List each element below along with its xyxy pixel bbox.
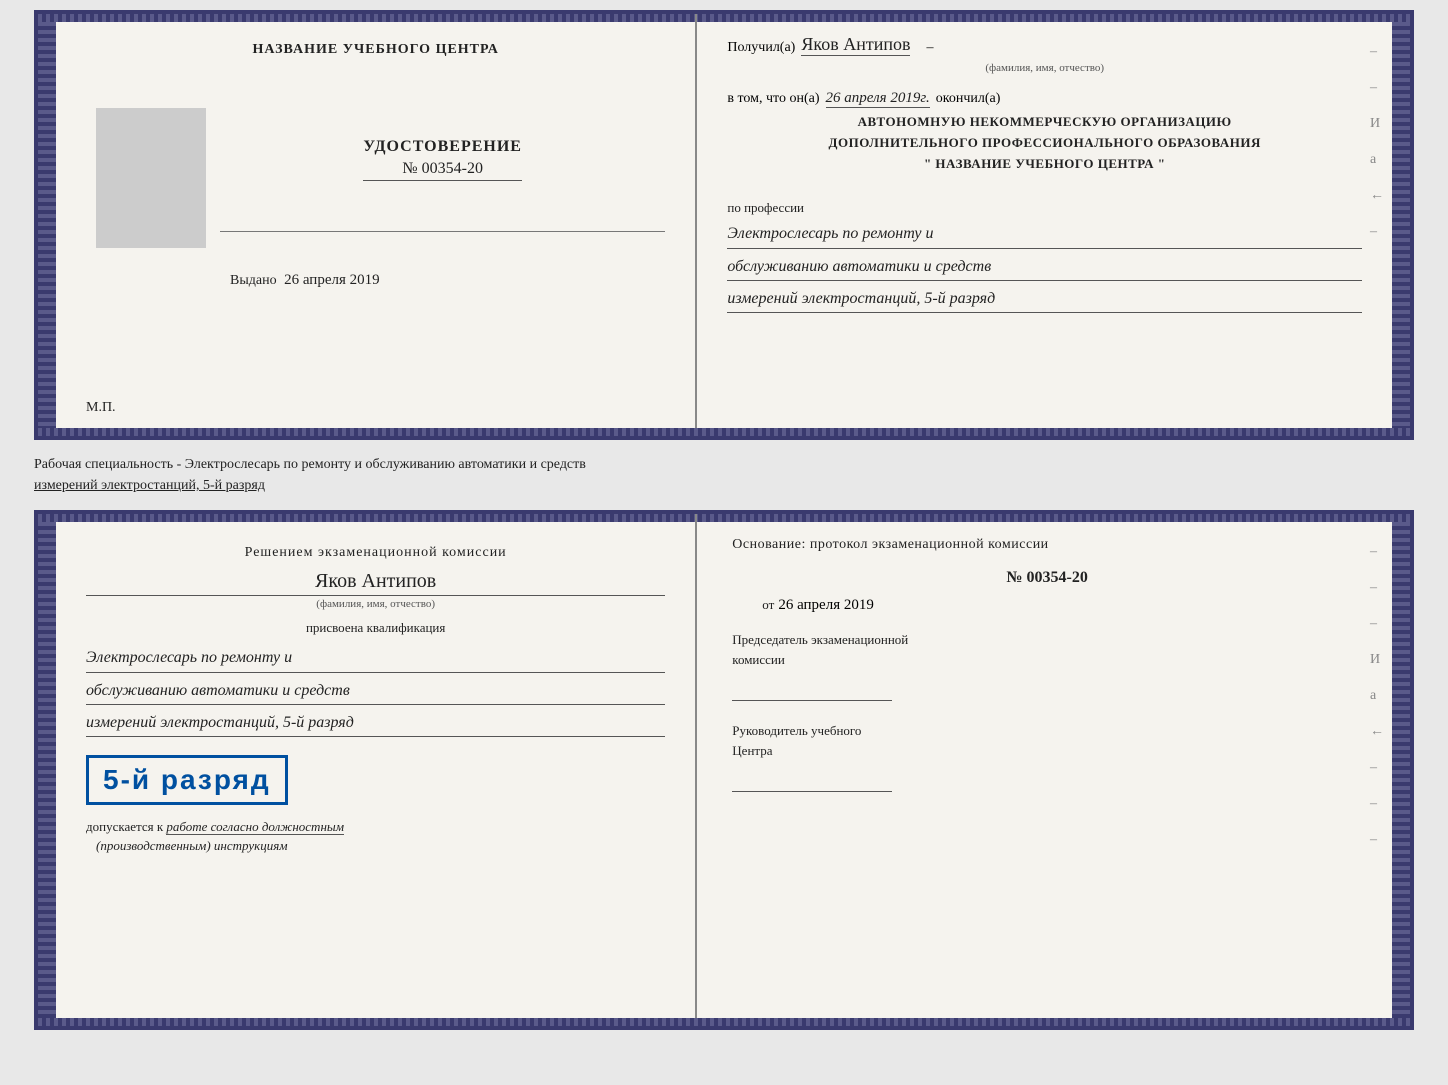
separator-line2: измерений электростанций, 5-й разряд xyxy=(34,475,1414,496)
decision-line: Решением экзаменационной комиссии xyxy=(86,542,665,564)
profession-line1: Электрослесарь по ремонту и xyxy=(727,220,1362,248)
separator-line1: Рабочая специальность - Электрослесарь п… xyxy=(34,454,1414,475)
name-handwritten: Яков Антипов xyxy=(86,570,665,593)
b-mark-dash-2: – xyxy=(1370,580,1384,596)
org-line2: ДОПОЛНИТЕЛЬНОГО ПРОФЕССИОНАЛЬНОГО ОБРАЗО… xyxy=(727,133,1362,154)
b-mark-arrow: ← xyxy=(1370,724,1384,740)
issued-date: 26 апреля 2019 xyxy=(284,272,380,288)
school-name-top: НАЗВАНИЕ УЧЕБНОГО ЦЕНТРА xyxy=(252,42,498,58)
fact-date: 26 апреля 2019г. xyxy=(826,90,930,108)
allow-text: работе согласно должностным xyxy=(166,819,344,835)
mark-dash-2: – xyxy=(1370,80,1384,96)
received-label: Получил(а) xyxy=(727,40,795,56)
right-spine-bottom xyxy=(1392,514,1410,1026)
document-container: НАЗВАНИЕ УЧЕБНОГО ЦЕНТРА УДОСТОВЕРЕНИЕ №… xyxy=(34,10,1414,1030)
left-spine-top xyxy=(38,14,56,436)
head-title-line2: Центра xyxy=(732,743,772,758)
left-spine-bottom xyxy=(38,514,56,1026)
mark-dash-3: – xyxy=(1370,224,1384,240)
mark-и: И xyxy=(1370,116,1384,132)
head-title: Руководитель учебного Центра xyxy=(732,721,1362,760)
mp-label: М.П. xyxy=(86,400,116,416)
bottom-left-panel: Решением экзаменационной комиссии Яков А… xyxy=(56,514,697,1026)
top-document: НАЗВАНИЕ УЧЕБНОГО ЦЕНТРА УДОСТОВЕРЕНИЕ №… xyxy=(34,10,1414,440)
profession-label: по профессии xyxy=(727,200,1362,216)
chairman-title-line2: комиссии xyxy=(732,652,785,667)
b-mark-dash-3: – xyxy=(1370,616,1384,632)
cert-title-label: УДОСТОВЕРЕНИЕ xyxy=(363,138,522,156)
recipient-sublabel: (фамилия, имя, отчество) xyxy=(727,62,1362,74)
qual-line2: обслуживанию автоматики и средств xyxy=(86,677,665,705)
mark-dash-1: – xyxy=(1370,44,1384,60)
top-left-panel: НАЗВАНИЕ УЧЕБНОГО ЦЕНТРА УДОСТОВЕРЕНИЕ №… xyxy=(56,14,697,436)
allow-label: допускается к xyxy=(86,819,163,834)
from-label: от xyxy=(762,597,774,613)
profession-line2: обслуживанию автоматики и средств xyxy=(727,253,1362,281)
photo-placeholder xyxy=(96,108,206,248)
protocol-number: № 00354-20 xyxy=(732,569,1362,587)
org-block: АВТОНОМНУЮ НЕКОММЕРЧЕСКУЮ ОРГАНИЗАЦИЮ ДО… xyxy=(727,112,1362,174)
qual-line3: измерений электростанций, 5-й разряд xyxy=(86,709,665,737)
fact-label: в том, что он(а) xyxy=(727,91,819,107)
grade-badge: 5-й разряд xyxy=(86,755,288,805)
chairman-title-line1: Председатель экзаменационной xyxy=(732,632,908,647)
dash-mark-1: – xyxy=(926,40,933,56)
recipient-name: Яков Антипов xyxy=(801,34,910,56)
profession-line3: измерений электростанций, 5-й разряд xyxy=(727,285,1362,313)
allow-line: допускается к работе согласно должностны… xyxy=(86,817,665,856)
basis-label: Основание: протокол экзаменационной коми… xyxy=(732,534,1362,555)
bottom-right-panel: Основание: протокол экзаменационной коми… xyxy=(697,514,1392,1026)
head-title-line1: Руководитель учебного xyxy=(732,723,861,738)
org-line1: АВТОНОМНУЮ НЕКОММЕРЧЕСКУЮ ОРГАНИЗАЦИЮ xyxy=(727,112,1362,133)
allow-text2: (производственным) инструкциям xyxy=(96,838,288,853)
cert-title-block: УДОСТОВЕРЕНИЕ № 00354-20 xyxy=(363,138,522,181)
issued-line: Выдано 26 апреля 2019 xyxy=(230,272,665,289)
assigned-label: присвоена квалификация xyxy=(86,620,665,636)
right-marks-bottom: – – – И а ← – – – xyxy=(1370,544,1384,848)
bottom-document: Решением экзаменационной комиссии Яков А… xyxy=(34,510,1414,1030)
qual-line1: Электрослесарь по ремонту и xyxy=(86,644,665,672)
chairman-signature-line xyxy=(732,683,892,701)
from-date: 26 апреля 2019 xyxy=(778,597,874,614)
b-mark-и: И xyxy=(1370,652,1384,668)
head-signature-line xyxy=(732,774,892,792)
name-sublabel: (фамилия, имя, отчество) xyxy=(86,595,665,610)
top-right-panel: Получил(а) Яков Антипов – (фамилия, имя,… xyxy=(697,14,1392,436)
b-mark-dash-1: – xyxy=(1370,544,1384,560)
cert-number: № 00354-20 xyxy=(363,160,522,181)
completed-label: окончил(а) xyxy=(936,91,1001,107)
right-marks-top: – – И а ← – xyxy=(1370,44,1384,240)
b-mark-а: а xyxy=(1370,688,1384,704)
mark-а: а xyxy=(1370,152,1384,168)
b-mark-dash-6: – xyxy=(1370,832,1384,848)
b-mark-dash-4: – xyxy=(1370,760,1384,776)
grade-badge-text: 5-й разряд xyxy=(103,764,271,795)
issued-label: Выдано xyxy=(230,273,277,288)
b-mark-dash-5: – xyxy=(1370,796,1384,812)
chairman-block: Председатель экзаменационной комиссии xyxy=(732,630,1362,701)
chairman-title: Председатель экзаменационной комиссии xyxy=(732,630,1362,669)
org-line3: " НАЗВАНИЕ УЧЕБНОГО ЦЕНТРА " xyxy=(727,154,1362,175)
separator-text: Рабочая специальность - Электрослесарь п… xyxy=(34,448,1414,502)
right-spine-top xyxy=(1392,14,1410,436)
mark-arrow: ← xyxy=(1370,188,1384,204)
